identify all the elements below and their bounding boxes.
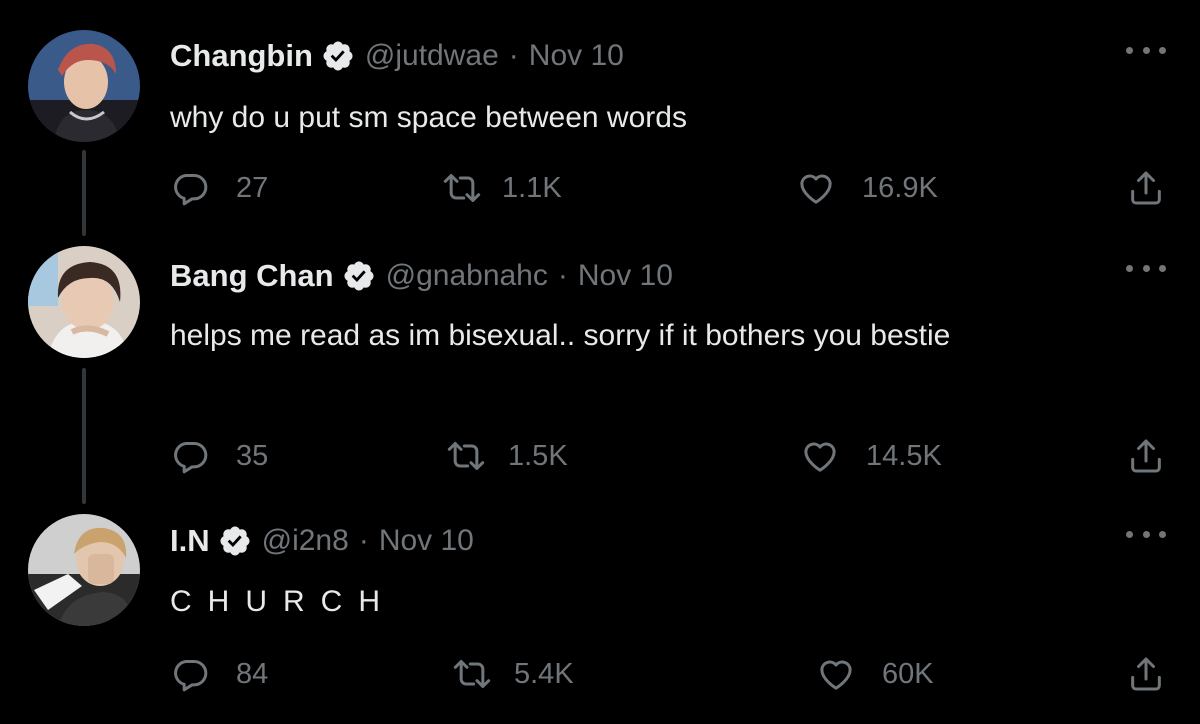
tweet-actions: 35 1.5K 14.5K (170, 436, 1166, 476)
retweet-count: 1.1K (502, 171, 562, 204)
like-count: 60K (882, 657, 934, 690)
reply-count: 27 (236, 171, 269, 204)
retweet-count: 1.5K (508, 439, 568, 472)
retweet-button[interactable]: 1.1K (442, 168, 562, 208)
tweet-actions: 84 5.4K 60K (170, 654, 1166, 694)
like-button[interactable]: 16.9K (796, 168, 938, 208)
verified-badge-icon (344, 261, 374, 291)
share-icon[interactable] (1126, 168, 1166, 208)
separator-dot: · (508, 39, 519, 72)
verified-badge-icon (220, 526, 250, 556)
display-name[interactable]: Changbin (170, 38, 313, 74)
heart-icon (800, 174, 832, 204)
tweet-header: I.N @i2n8 · Nov 10 (170, 519, 474, 563)
tweet-date[interactable]: Nov 10 (529, 39, 624, 73)
tweet-date[interactable]: Nov 10 (578, 259, 673, 293)
more-horizontal-icon[interactable] (1126, 40, 1166, 60)
verified-badge-icon (323, 41, 353, 71)
user-handle[interactable]: @i2n8 (262, 524, 349, 558)
retweet-icon (453, 660, 491, 688)
tweet-text: why do u put sm space between words (170, 101, 687, 134)
reply-button[interactable]: 27 (170, 168, 268, 208)
display-name[interactable]: Bang Chan (170, 258, 334, 294)
like-count: 16.9K (862, 171, 938, 204)
thread-line (82, 368, 86, 504)
retweet-button[interactable]: 1.5K (446, 436, 568, 476)
like-count: 14.5K (866, 439, 942, 472)
separator-dot: · (358, 524, 369, 557)
tweet-actions: 27 1.1K 16.9K (170, 168, 1166, 208)
avatar[interactable] (28, 246, 140, 358)
tweet-date[interactable]: Nov 10 (379, 524, 474, 558)
avatar[interactable] (28, 30, 140, 142)
display-name[interactable]: I.N (170, 523, 210, 559)
more-horizontal-icon[interactable] (1126, 524, 1166, 544)
reply-bubble-icon (174, 660, 208, 692)
reply-bubble-icon (174, 174, 208, 206)
like-button[interactable]: 14.5K (800, 436, 942, 476)
like-button[interactable]: 60K (816, 654, 934, 694)
tweet-text: helps me read as im bisexual.. sorry if … (170, 319, 951, 352)
tweet-header: Bang Chan @gnabnahc · Nov 10 (170, 254, 673, 298)
user-handle[interactable]: @gnabnahc (386, 259, 548, 293)
retweet-button[interactable]: 5.4K (452, 654, 574, 694)
user-handle[interactable]: @jutdwae (365, 39, 499, 73)
retweet-icon (447, 442, 485, 470)
retweet-count: 5.4K (514, 657, 574, 690)
avatar[interactable] (28, 514, 140, 626)
share-icon[interactable] (1126, 654, 1166, 694)
retweet-icon (443, 174, 481, 202)
reply-bubble-icon (174, 442, 208, 474)
tweet-header: Changbin @jutdwae · Nov 10 (170, 34, 624, 78)
more-horizontal-icon[interactable] (1126, 258, 1166, 278)
reply-button[interactable]: 35 (170, 436, 268, 476)
reply-count: 35 (236, 439, 269, 472)
thread-line (82, 150, 86, 236)
reply-button[interactable]: 84 (170, 654, 268, 694)
tweet-text: CHURCH (170, 585, 396, 618)
separator-dot: · (557, 259, 568, 292)
heart-icon (820, 660, 852, 690)
share-icon[interactable] (1126, 436, 1166, 476)
reply-count: 84 (236, 657, 269, 690)
heart-icon (804, 442, 836, 472)
